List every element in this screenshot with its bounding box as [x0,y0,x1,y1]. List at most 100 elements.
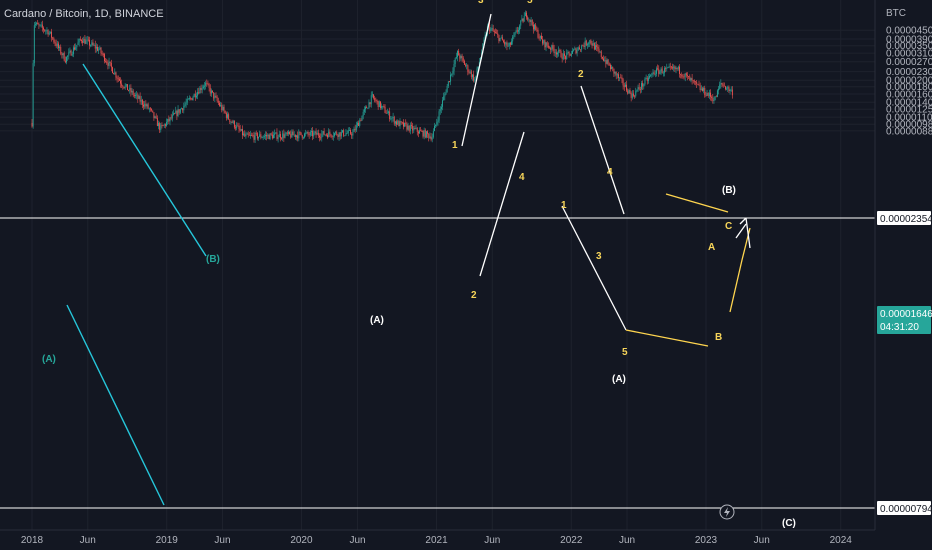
candle-body [462,58,464,61]
candle-body [415,127,417,129]
candle-body [125,84,127,86]
candle-body [408,125,410,131]
candle-body [411,125,412,126]
candle-body [499,38,501,42]
candle-body [469,71,471,73]
candle-body [67,55,69,57]
badge-lower-level: 0.00000794 [877,501,932,515]
candle-body [254,132,256,140]
candle-body [626,84,627,91]
candle-body [449,81,450,83]
candle-body [690,78,692,81]
candle-body [167,118,169,122]
candle-body [569,53,571,56]
candle-body [583,45,585,47]
candle-body [193,93,195,98]
candle-body [54,41,56,44]
time-tick-label: 2023 [695,535,718,546]
candle-body [169,117,171,122]
candle-body [656,68,657,74]
candle-body [558,49,560,53]
last-price-value: 0.00001646 [880,309,932,320]
candle-body [260,134,262,138]
candle-body [495,32,496,34]
candle-body [660,68,662,72]
wave-label-b-2023: B [715,332,722,343]
candle-body [262,137,264,138]
candle-body [248,134,250,136]
candle-body [397,120,399,125]
candle-body [184,104,186,107]
candle-body [317,132,319,136]
wave-label-4-2021: 4 [519,172,525,183]
candle-body [177,109,179,116]
candle-body [357,122,358,126]
badge-upper-level: 0.00002354 [877,211,932,225]
lightning-icon[interactable] [719,504,735,520]
candle-body [384,106,386,113]
candle-body [187,98,189,100]
candle-body [330,134,332,137]
candle-body [559,49,561,52]
candle-body [669,66,671,68]
candle-body [546,42,548,46]
candle-body [593,43,595,50]
candle-body [380,101,381,109]
time-tick-label: Jun [619,535,635,546]
candle-body [667,67,669,69]
candle-body [276,132,278,139]
candle-body [553,48,555,53]
candle-body [521,18,523,21]
wave-label-3-2022: 3 [596,251,602,262]
candle-body [115,72,117,78]
candle-body [300,132,302,136]
candle-body [353,128,355,132]
price-ticks: 0.000045000.000039000.000035000.00003100… [886,26,932,138]
candle-body [409,125,411,131]
candle-body [186,98,188,103]
candle-body [645,77,647,79]
candle-body [661,68,663,74]
candle-body [400,121,402,123]
candle-body [605,60,607,64]
wave-label-3-2021: 3 [478,0,484,6]
candle-body [585,40,587,46]
candle-body [435,124,437,126]
candle-body [270,133,272,135]
candle-body [702,88,703,91]
candle-body [720,82,722,85]
candle-body [206,82,208,84]
candle-body [421,131,423,132]
candle-body [491,28,493,30]
candle-body [286,132,288,134]
candle-body [351,133,353,136]
candle-body [688,76,690,77]
candle-body [253,135,255,140]
candle-body [538,37,540,39]
candle-body [714,96,716,101]
candle-body [143,104,144,107]
candle-body [336,132,338,135]
candle-body [416,127,418,132]
candle-body [338,132,340,138]
candle-body [557,52,558,55]
wave-label-c-2023: C [725,221,732,232]
candle-body [354,128,356,131]
candle-body [531,20,533,25]
candle-body [45,30,47,32]
candle-body [288,131,289,134]
candle-body [361,115,363,121]
candle-body [327,134,328,138]
candle-body [335,132,337,134]
symbol-title[interactable]: Cardano / Bitcoin, 1D, BINANCE [4,8,164,20]
price-chart[interactable]: (A) (B) (A) (A) (B) (C) 1 2 3 4 5 1 2 3 … [0,0,932,550]
plot-area[interactable] [0,0,875,530]
candle-body [633,93,634,96]
candle-body [231,121,233,123]
candle-body [599,51,601,53]
candle-body [637,87,639,91]
time-tick-label: 2018 [21,535,44,546]
candle-body [543,40,545,44]
candle-body [430,136,432,140]
candle-body [722,84,724,86]
